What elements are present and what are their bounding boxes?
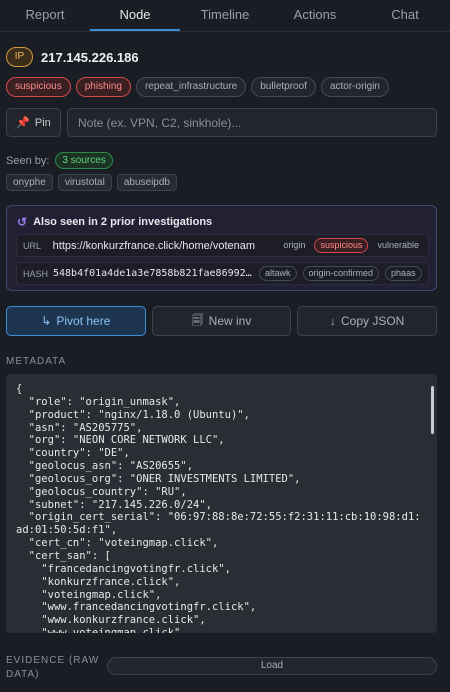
seen-by-row: Seen by: 3 sources — [6, 152, 113, 169]
source-count-badge: 3 sources — [55, 152, 113, 169]
new-inv-label: New inv — [208, 314, 252, 328]
node-header: IP 217.145.226.186 — [6, 47, 139, 67]
tab-node[interactable]: Node — [90, 0, 180, 31]
tag-suspicious[interactable]: suspicious — [6, 77, 71, 97]
pushpin-icon: 📌 — [16, 117, 30, 129]
pivot-label: Pivot here — [56, 314, 111, 328]
cycle-icon: ↺ — [17, 215, 28, 229]
source-list: onyphe virustotal abuseipdb — [6, 174, 177, 191]
chip-origin-confirmed: origin-confirmed — [302, 266, 380, 281]
source-virustotal: virustotal — [57, 174, 112, 191]
metadata-heading: METADATA — [6, 356, 67, 367]
pivot-icon: ↳ — [41, 314, 52, 328]
prior-hash-row[interactable]: HASH 548b4f01a4de1a3e7858b821fae869922..… — [16, 262, 429, 285]
prior-url-value: https://konkurzfrance.click/home/votenam — [52, 239, 256, 252]
tab-chat[interactable]: Chat — [360, 0, 450, 31]
seen-by-label: Seen by: — [6, 154, 50, 167]
evidence-heading: EVIDENCE (RAW DATA) — [6, 655, 100, 680]
metadata-viewer[interactable]: { "role": "origin_unmask", "product": "n… — [6, 374, 437, 633]
document-icon: 🗐 — [191, 312, 204, 327]
prior-investigations-title: ↺ Also seen in 2 prior investigations — [17, 215, 212, 229]
row-kind: URL — [23, 240, 42, 251]
pin-label: Pin — [34, 116, 51, 129]
tag-phishing[interactable]: phishing — [75, 77, 131, 97]
node-ip-address: 217.145.226.186 — [41, 49, 139, 65]
metadata-json: { "role": "origin_unmask", "product": "n… — [16, 383, 421, 633]
new-inv-button[interactable]: 🗐 New inv — [151, 306, 292, 336]
pin-row: 📌 Pin — [6, 108, 437, 137]
prior-investigations-heading: Also seen in 2 prior investigations — [33, 216, 213, 228]
tab-timeline[interactable]: Timeline — [180, 0, 270, 31]
pin-button[interactable]: 📌 Pin — [6, 108, 61, 137]
node-type-badge: IP — [6, 47, 33, 67]
chip-altawk: altawk — [259, 266, 297, 281]
copy-json-label: Copy JSON — [341, 314, 405, 328]
row-kind: HASH — [23, 268, 49, 279]
prior-hash-value: 548b4f01a4de1a3e7858b821fae869922... — [53, 268, 253, 279]
tag-bulletproof[interactable]: bulletproof — [251, 77, 316, 97]
prior-investigations-panel: ↺ Also seen in 2 prior investigations UR… — [6, 205, 437, 291]
prior-url-row[interactable]: URL https://konkurzfrance.click/home/vot… — [16, 234, 429, 257]
source-abuseipdb: abuseipdb — [116, 174, 177, 191]
download-icon: ↓ — [330, 314, 336, 328]
tag-repeat-infrastructure[interactable]: repeat_infrastructure — [135, 77, 247, 97]
metadata-scrollbar[interactable] — [431, 386, 434, 434]
node-tags: suspicious phishing repeat_infrastructur… — [6, 77, 389, 97]
tab-actions[interactable]: Actions — [270, 0, 360, 31]
pivot-here-button[interactable]: ↳ Pivot here — [6, 306, 146, 336]
load-evidence-button[interactable]: Load — [107, 657, 437, 675]
tag-actor-origin[interactable]: actor-origin — [320, 77, 389, 97]
chip-origin: origin — [283, 240, 306, 250]
chip-vulnerable: vulnerable — [377, 240, 419, 250]
note-input[interactable] — [67, 108, 437, 137]
copy-json-button[interactable]: ↓ Copy JSON — [297, 306, 438, 336]
tab-bar: Report Node Timeline Actions Chat — [0, 0, 450, 32]
chip-suspicious: suspicious — [314, 238, 369, 253]
tab-report[interactable]: Report — [0, 0, 90, 31]
chip-phaas: phaas — [385, 266, 422, 281]
action-buttons: ↳ Pivot here 🗐 New inv ↓ Copy JSON — [6, 306, 438, 336]
source-onyphe: onyphe — [6, 174, 53, 191]
